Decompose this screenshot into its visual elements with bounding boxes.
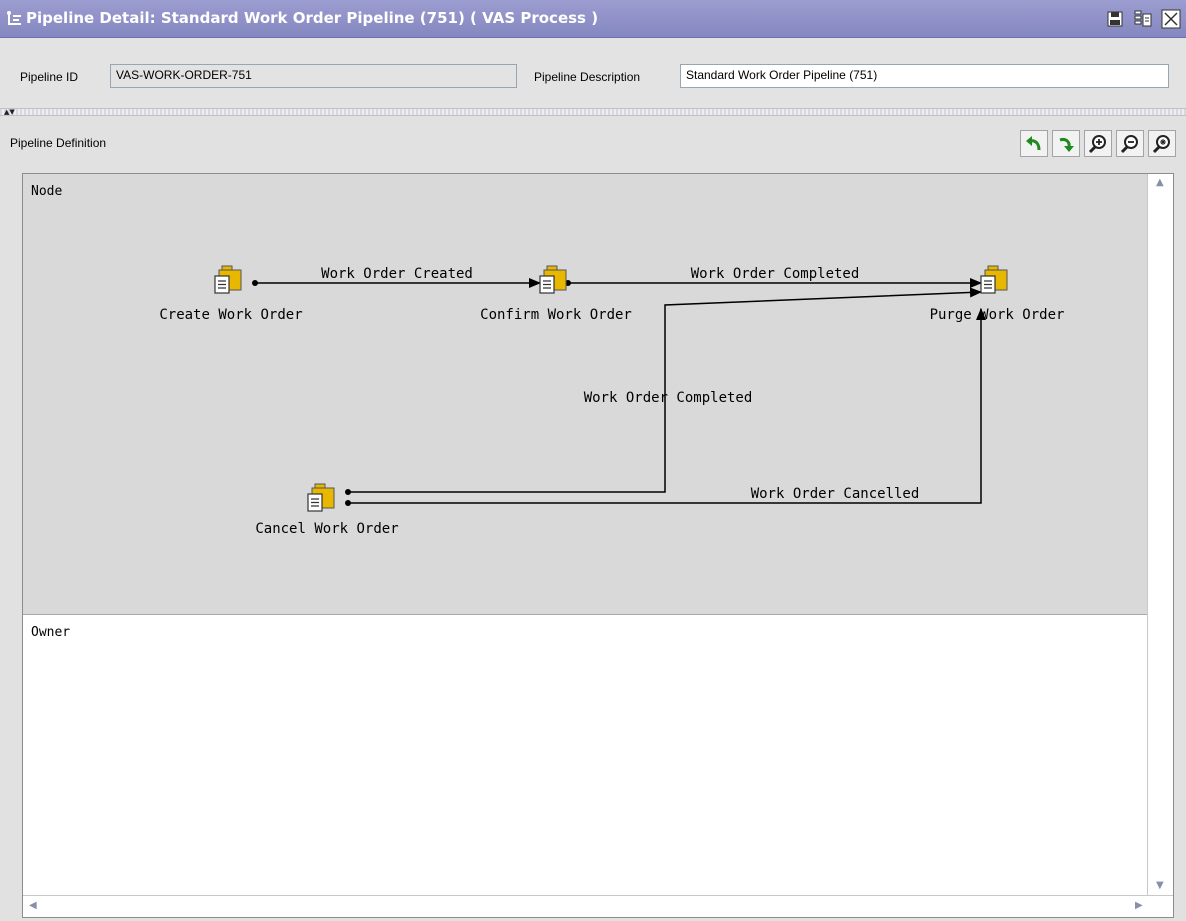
save-icon[interactable]	[1104, 8, 1126, 30]
pipeline-canvas[interactable]: Node Owner Create Work Order Confirm Wor…	[22, 173, 1174, 918]
zoom-in-icon[interactable]	[1084, 130, 1112, 157]
pipeline-diagram: Create Work Order Confirm Work Order Pur…	[159, 265, 1065, 537]
collapse-arrows-icon[interactable]: ▲▼	[4, 109, 15, 116]
zoom-out-icon[interactable]	[1116, 130, 1144, 157]
vertical-scrollbar[interactable]: ▲ ▼	[1147, 174, 1173, 895]
pipeline-description-field[interactable]: Standard Work Order Pipeline (751)	[680, 64, 1169, 88]
zoom-fit-icon[interactable]	[1148, 130, 1176, 157]
pipeline-id-field[interactable]: VAS-WORK-ORDER-751	[110, 64, 517, 88]
panel-splitter[interactable]: ▲▼	[0, 108, 1186, 116]
scroll-up-icon[interactable]: ▲	[1156, 177, 1164, 188]
redo-icon[interactable]	[1052, 130, 1080, 157]
owner-lane: Owner	[23, 615, 1148, 895]
pipeline-definition-title: Pipeline Definition	[10, 136, 107, 150]
edge-created-port	[252, 280, 258, 286]
horizontal-scrollbar[interactable]: ◀ ▶	[23, 895, 1173, 917]
node-confirm-label: Confirm Work Order	[480, 307, 632, 323]
node-create-icon[interactable]	[214, 265, 242, 294]
diagram-toolbar	[1020, 130, 1176, 157]
edge-cancel-completed-port	[345, 489, 351, 495]
details-icon[interactable]	[1132, 8, 1154, 30]
transition-created-label: Work Order Created	[321, 266, 473, 282]
transition-cancel-completed-label: Work Order Completed	[584, 390, 753, 406]
node-purge-icon[interactable]	[980, 265, 1008, 294]
scroll-left-icon[interactable]: ◀	[29, 900, 37, 911]
owner-lane-label: Owner	[31, 625, 71, 640]
transition-confirm-completed-label: Work Order Completed	[691, 266, 860, 282]
pipeline-id-label: Pipeline ID	[20, 70, 79, 84]
pipeline-icon	[6, 10, 24, 31]
window-titlebar: Pipeline Detail: Standard Work Order Pip…	[0, 0, 1186, 38]
undo-icon[interactable]	[1020, 130, 1048, 157]
node-create-label: Create Work Order	[159, 307, 302, 323]
node-confirm-icon[interactable]	[539, 265, 567, 294]
node-purge-label: Purge Work Order	[930, 307, 1065, 323]
scroll-down-icon[interactable]: ▼	[1156, 880, 1164, 891]
pipeline-description-label: Pipeline Description	[534, 70, 641, 84]
transition-cancelled-label: Work Order Cancelled	[751, 486, 920, 502]
pipeline-header: Pipeline ID VAS-WORK-ORDER-751 Pipeline …	[0, 38, 1186, 108]
close-icon[interactable]	[1160, 8, 1182, 30]
edge-cancel-cancelled-port	[345, 500, 351, 506]
node-cancel-icon[interactable]	[307, 483, 335, 512]
node-cancel-label: Cancel Work Order	[255, 521, 398, 537]
scroll-right-icon[interactable]: ▶	[1135, 900, 1143, 911]
window-title: Pipeline Detail: Standard Work Order Pip…	[26, 9, 599, 27]
